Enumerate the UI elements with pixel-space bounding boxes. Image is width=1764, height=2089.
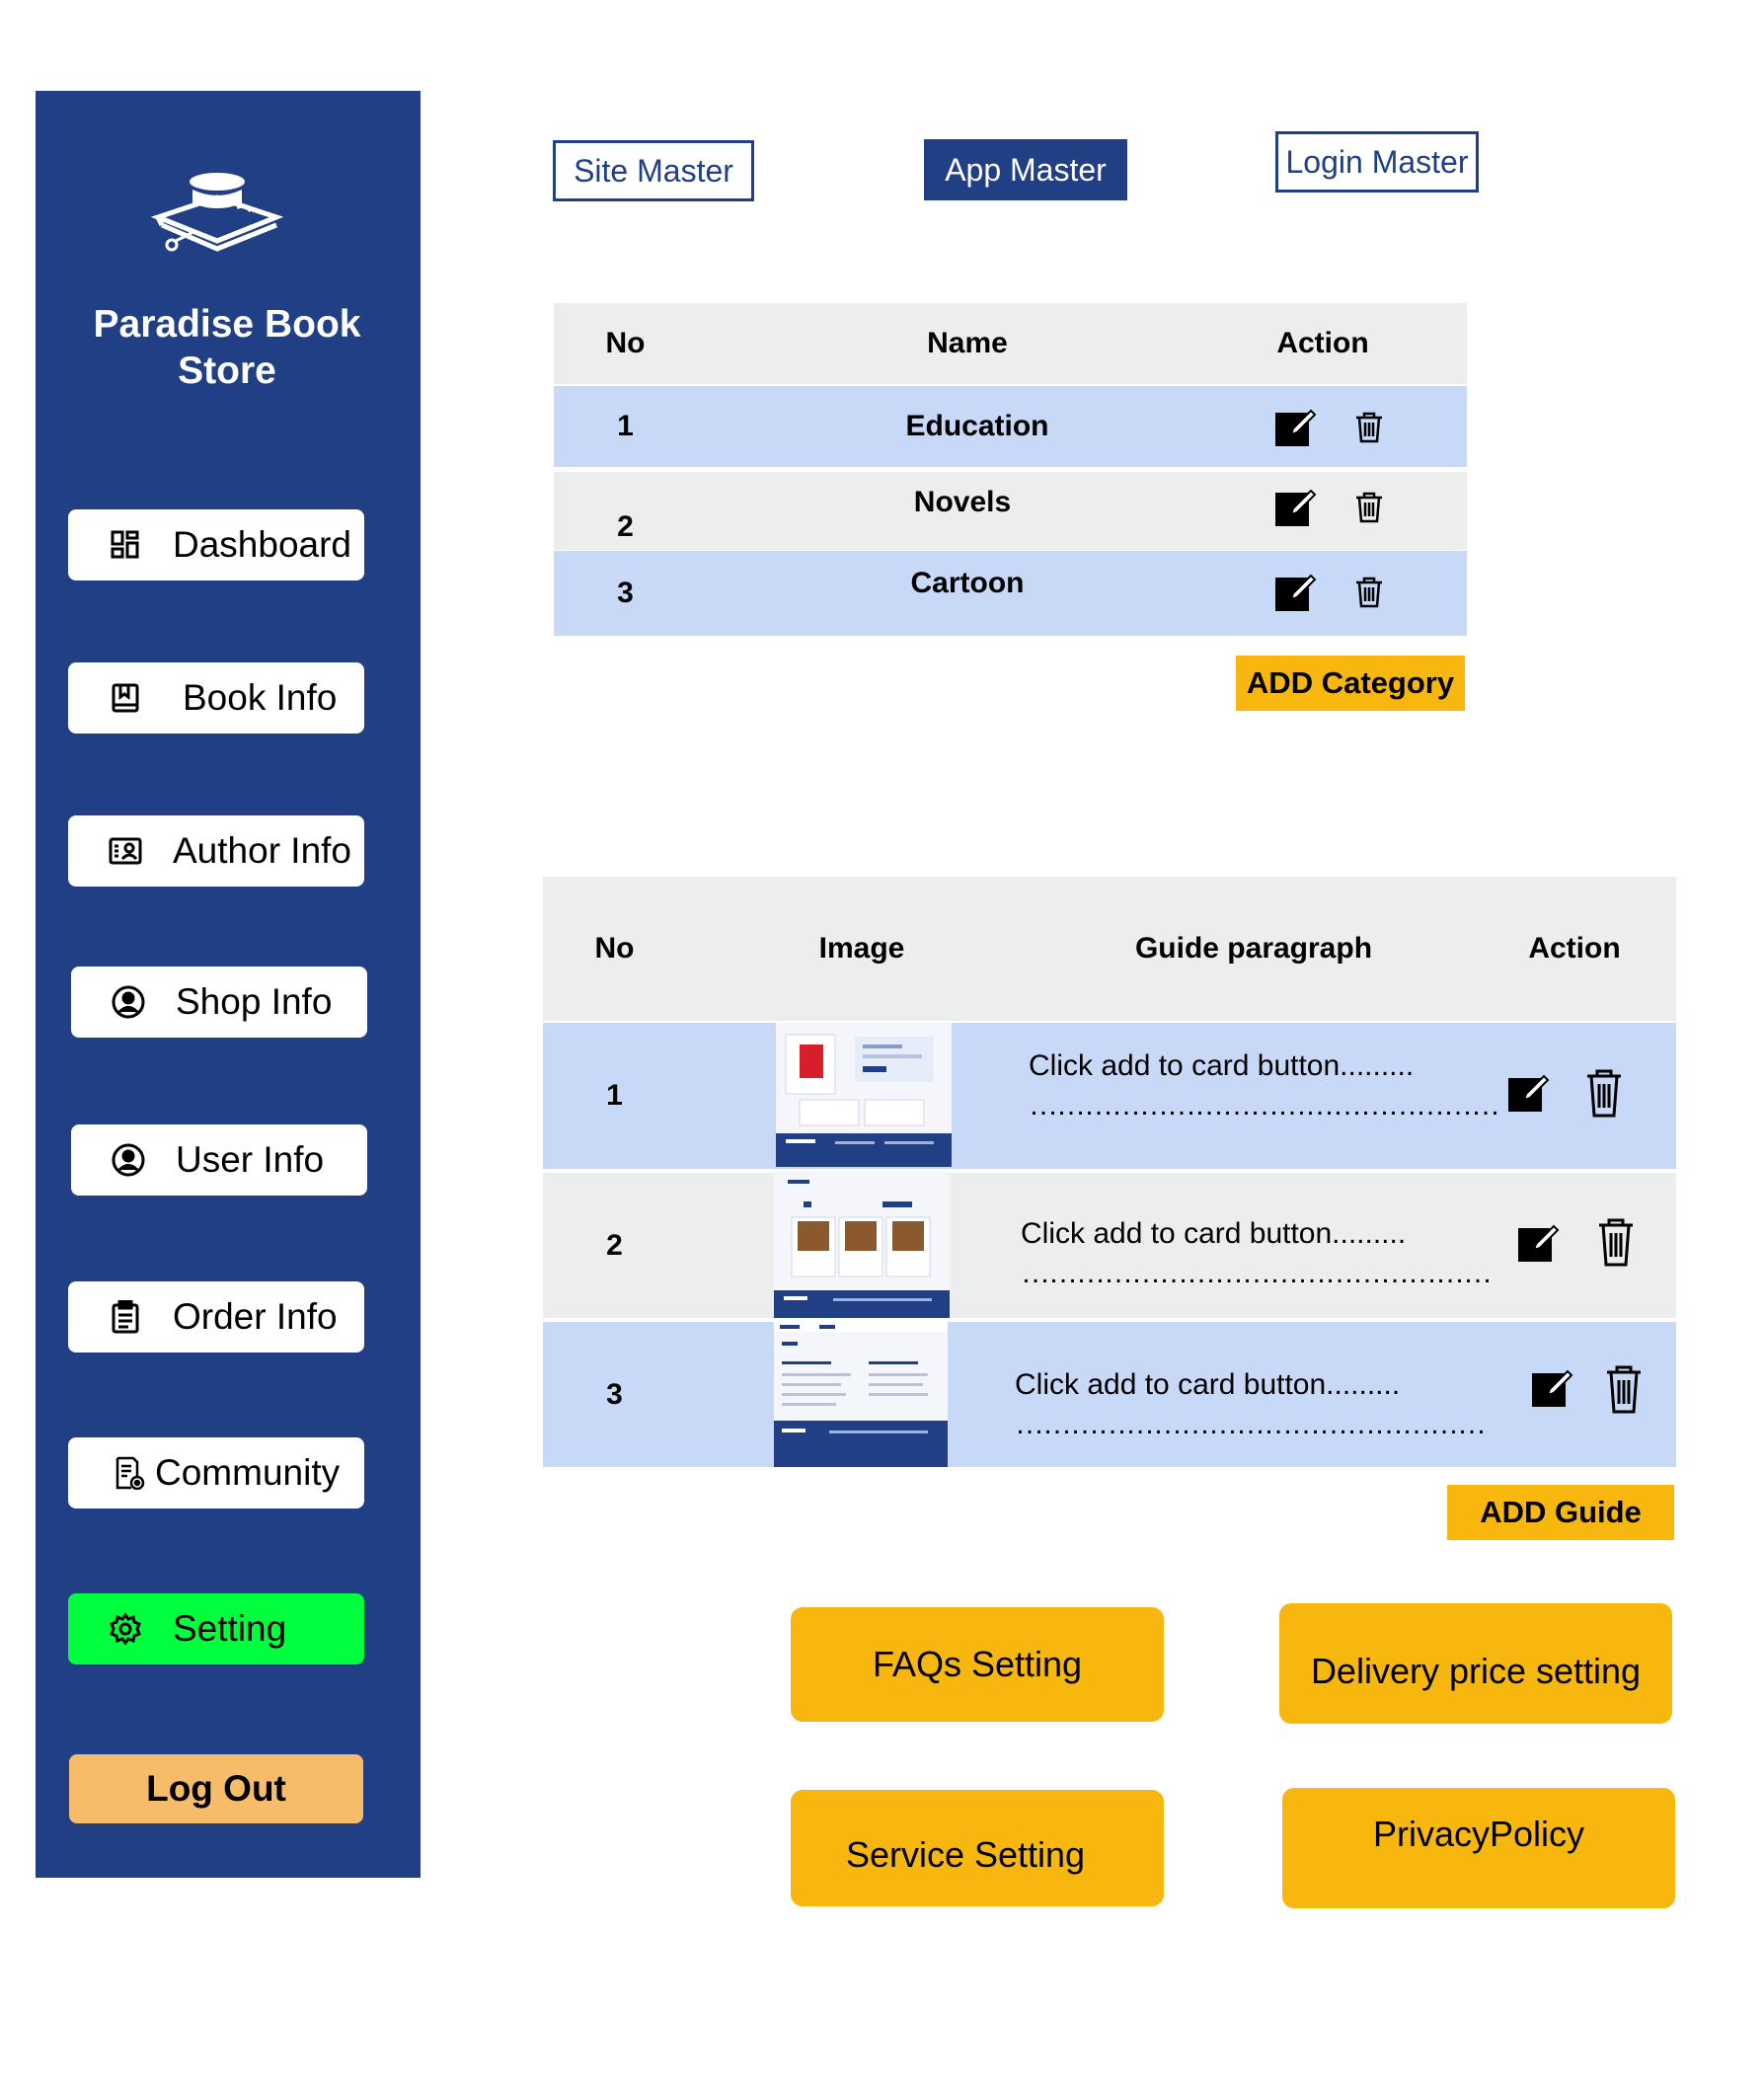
category-name: Cartoon <box>910 567 1025 599</box>
row-number: 1 <box>606 1079 623 1112</box>
column-header-image: Image <box>818 932 905 965</box>
sidebar-item-dashboard[interactable]: Dashboard <box>68 509 364 580</box>
sidebar-item-shop-info[interactable]: Shop Info <box>71 967 367 1038</box>
clipboard-icon <box>108 1299 143 1335</box>
sidebar-item-setting[interactable]: Setting <box>68 1593 364 1664</box>
guide-paragraph-dots: …………………………………………… <box>1029 1089 1500 1122</box>
sidebar-item-label: Community <box>155 1452 341 1493</box>
add-category-button[interactable]: ADD Category <box>1236 656 1465 711</box>
column-header-name: Name <box>927 327 1008 359</box>
column-header-action: Action <box>1276 327 1369 359</box>
row-number: 1 <box>617 410 634 442</box>
add-guide-button[interactable]: ADD Guide <box>1447 1485 1674 1540</box>
column-header-action: Action <box>1528 932 1621 965</box>
category-name: Education <box>905 410 1049 442</box>
edit-icon[interactable] <box>1273 570 1317 613</box>
trash-icon[interactable] <box>1597 1217 1635 1269</box>
sidebar-item-community[interactable]: Community <box>68 1437 364 1509</box>
column-header-no: No <box>594 932 635 965</box>
sidebar-item-label: Book Info <box>183 677 338 718</box>
sidebar-item-label: Author Info <box>173 830 352 871</box>
guide-thumbnail <box>774 1322 948 1467</box>
edit-icon[interactable] <box>1530 1365 1573 1409</box>
sidebar-item-book-info[interactable]: Book Info <box>68 662 364 734</box>
sidebar-item-author-info[interactable]: Author Info <box>68 815 364 887</box>
brand-name: Paradise Book Store <box>93 303 361 392</box>
guide-thumbnail <box>774 1172 950 1318</box>
column-header-no: No <box>605 327 646 359</box>
community-doc-icon <box>112 1455 147 1491</box>
guide-paragraph-dots: …………………………………………… <box>1021 1257 1493 1289</box>
tab-app-master[interactable]: App Master <box>924 139 1127 200</box>
trash-icon[interactable] <box>1354 577 1384 608</box>
gear-icon <box>108 1611 143 1647</box>
guide-paragraph-text: Click add to card button......... <box>1029 1049 1415 1082</box>
logout-button[interactable]: Log Out <box>69 1754 363 1823</box>
book-icon <box>108 680 143 716</box>
sidebar-item-label: User Info <box>176 1139 325 1180</box>
sidebar-item-order-info[interactable]: Order Info <box>68 1281 364 1353</box>
sidebar-item-user-info[interactable]: User Info <box>71 1124 367 1196</box>
guide-paragraph: Click add to card button......... ………………… <box>1015 1365 1487 1444</box>
row-number: 2 <box>606 1228 623 1262</box>
row-number: 2 <box>617 510 634 543</box>
guide-paragraph-text: Click add to card button......... <box>1015 1368 1401 1401</box>
sidebar-item-label: Setting <box>173 1608 287 1649</box>
category-name: Novels <box>913 486 1012 518</box>
edit-icon[interactable] <box>1516 1220 1560 1264</box>
guide-paragraph-text: Click add to card button......... <box>1021 1217 1407 1250</box>
edit-icon[interactable] <box>1273 405 1317 448</box>
edit-icon[interactable] <box>1273 485 1317 528</box>
column-header-guide-paragraph: Guide paragraph <box>1134 932 1373 965</box>
book-store-logo-icon <box>148 168 286 267</box>
sidebar-item-label: Dashboard <box>173 524 352 565</box>
dashboard-icon <box>108 527 143 563</box>
trash-icon[interactable] <box>1585 1068 1623 1120</box>
service-setting-button[interactable]: Service Setting <box>791 1790 1164 1906</box>
trash-icon[interactable] <box>1354 412 1384 443</box>
row-number: 3 <box>617 577 634 609</box>
guide-paragraph: Click add to card button......... ………………… <box>1029 1046 1500 1125</box>
trash-icon[interactable] <box>1354 492 1384 523</box>
faqs-setting-button[interactable]: FAQs Setting <box>791 1607 1164 1722</box>
delivery-price-setting-button[interactable]: Delivery price setting <box>1279 1603 1672 1724</box>
tab-login-master[interactable]: Login Master <box>1275 131 1479 193</box>
sidebar-item-label: Shop Info <box>176 981 333 1022</box>
guide-thumbnail <box>776 1023 952 1167</box>
tab-site-master[interactable]: Site Master <box>553 140 754 201</box>
edit-icon[interactable] <box>1506 1070 1550 1114</box>
sidebar-item-label: Order Info <box>173 1296 338 1337</box>
guide-paragraph: Click add to card button......... ………………… <box>1021 1214 1493 1293</box>
guide-paragraph-dots: …………………………………………… <box>1015 1408 1487 1440</box>
user-circle-icon <box>111 984 146 1020</box>
row-number: 3 <box>606 1377 623 1411</box>
user-circle-icon <box>111 1142 146 1178</box>
trash-icon[interactable] <box>1605 1364 1643 1416</box>
author-card-icon <box>108 833 143 869</box>
privacy-policy-button[interactable]: PrivacyPolicy <box>1282 1788 1675 1908</box>
